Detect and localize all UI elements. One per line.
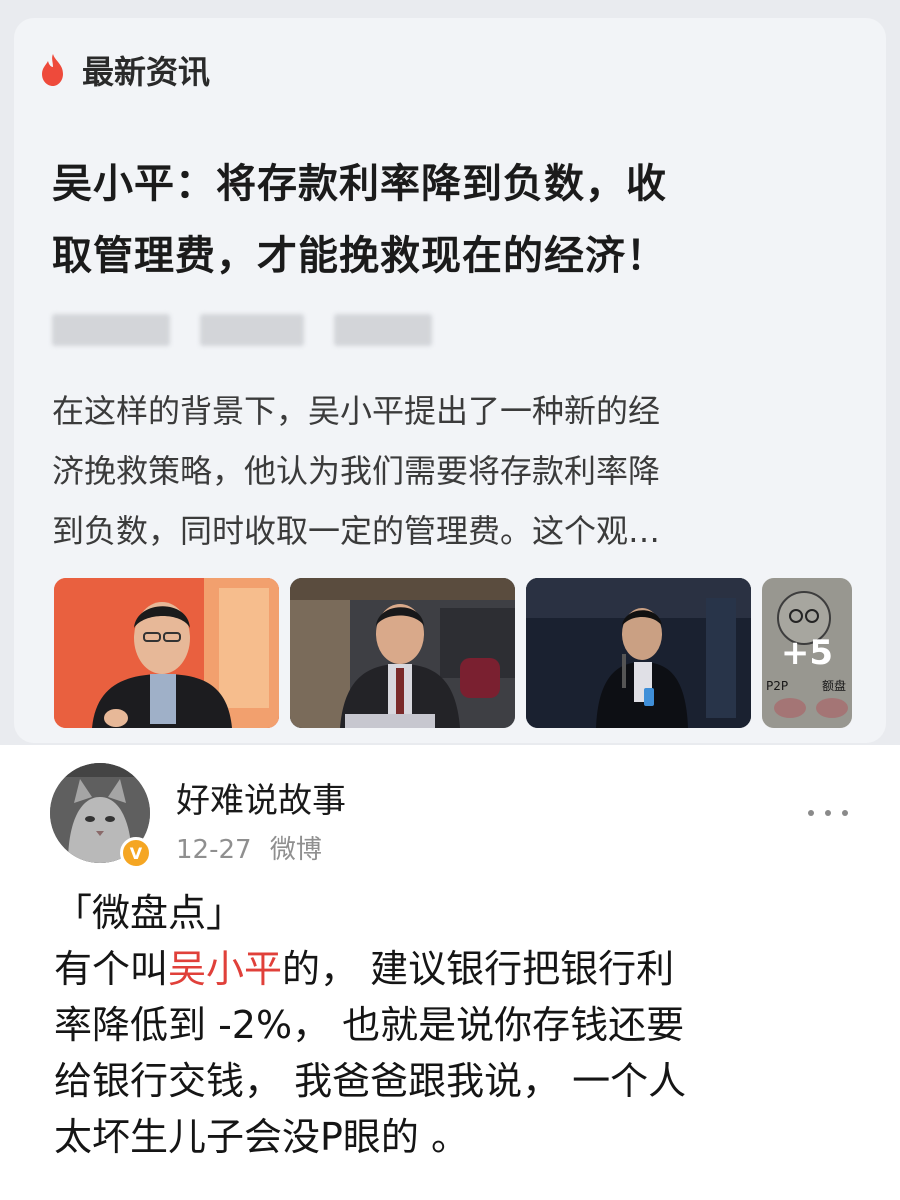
- more-icon[interactable]: [808, 803, 848, 823]
- post-text: 的， 建议银行把银行利: [282, 947, 675, 991]
- weibo-post: V 好难说故事 12-27 微博 「微盘点」 有个叫吴小平的， 建议银行把银行利…: [0, 745, 900, 1200]
- blurred-meta-row: [52, 314, 462, 346]
- headline-line: 吴小平：将存款利率降到负数，收: [52, 161, 667, 207]
- blurred-meta: [200, 314, 304, 346]
- verified-icon: V: [120, 837, 152, 869]
- card-header: 最新资讯: [38, 48, 210, 92]
- blurred-meta: [334, 314, 432, 346]
- flame-icon: [42, 54, 63, 86]
- post-tag[interactable]: 「微盘点」: [54, 885, 854, 941]
- more-images-count[interactable]: +5: [762, 578, 852, 728]
- blurred-meta: [52, 314, 170, 346]
- mention-link[interactable]: 吴小平: [168, 947, 282, 991]
- news-card[interactable]: 最新资讯 吴小平：将存款利率降到负数，收 取管理费，才能挽救现在的经济！ 在这样…: [14, 18, 886, 743]
- summary-line: 在这样的背景下，吴小平提出了一种新的经: [52, 392, 661, 430]
- section-label: 最新资讯: [82, 53, 211, 91]
- post-line: 给银行交钱， 我爸爸跟我说， 一个人: [54, 1059, 687, 1103]
- username[interactable]: 好难说故事: [176, 773, 346, 822]
- post-text: 有个叫: [54, 947, 169, 991]
- post-body: 「微盘点」 有个叫吴小平的， 建议银行把银行利 率降低到 -2%， 也就是说你存…: [54, 885, 854, 1165]
- headline[interactable]: 吴小平：将存款利率降到负数，收 取管理费，才能挽救现在的经济！: [52, 148, 852, 292]
- post-date: 12-27: [176, 835, 252, 865]
- thumbnail-image[interactable]: [54, 578, 279, 728]
- thumbnail-image[interactable]: P2P 额盘 +5: [762, 578, 852, 728]
- post-line: 太坏生儿子会没P眼的 。: [54, 1115, 469, 1159]
- summary-line: 到负数，同时收取一定的管理费。这个观…: [52, 512, 661, 550]
- thumbnail-image[interactable]: [526, 578, 751, 728]
- thumbnail-image[interactable]: [290, 578, 515, 728]
- post-line: 率降低到 -2%， 也就是说你存钱还要: [54, 1003, 685, 1047]
- news-section: 最新资讯 吴小平：将存款利率降到负数，收 取管理费，才能挽救现在的经济！ 在这样…: [0, 0, 900, 745]
- headline-line: 取管理费，才能挽救现在的经济！: [52, 233, 667, 279]
- post-line: 有个叫吴小平的， 建议银行把银行利: [54, 941, 854, 997]
- summary: 在这样的背景下，吴小平提出了一种新的经 济挽救策略，他认为我们需要将存款利率降 …: [52, 381, 852, 561]
- post-source: 微博: [269, 835, 322, 865]
- post-meta: 12-27 微博: [176, 829, 332, 866]
- summary-line: 济挽救策略，他认为我们需要将存款利率降: [52, 452, 661, 490]
